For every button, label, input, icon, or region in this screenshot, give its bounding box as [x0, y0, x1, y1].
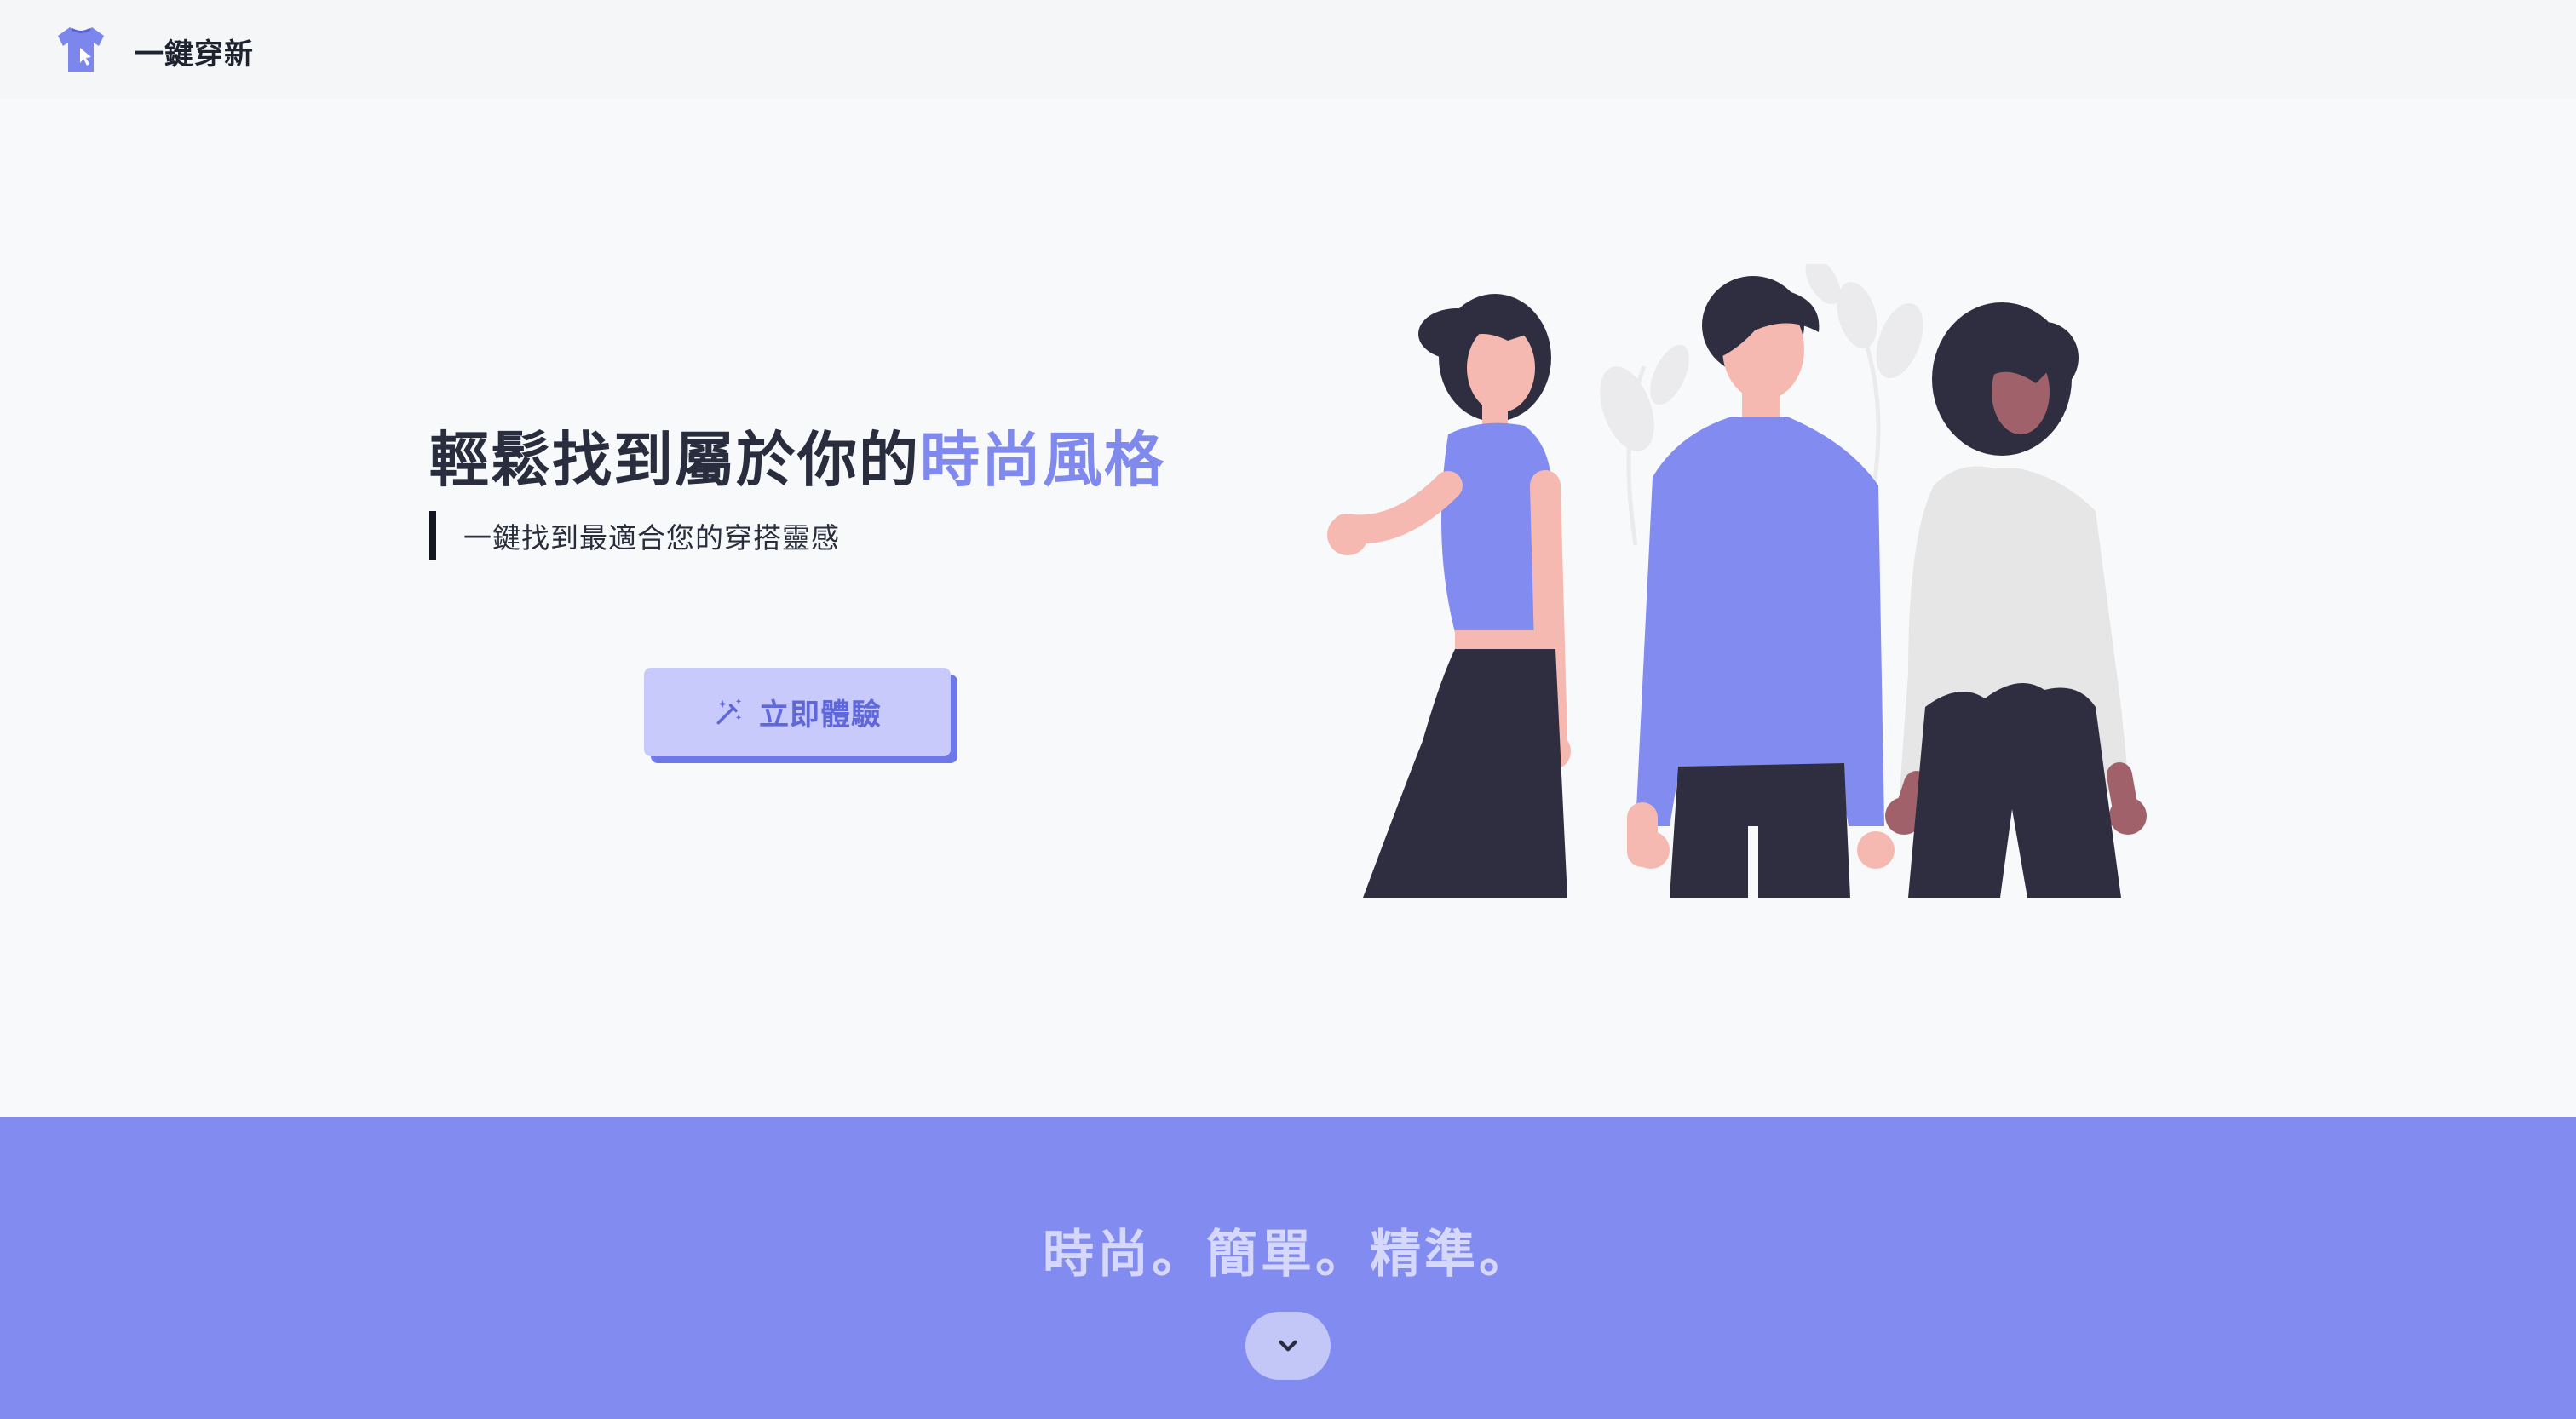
hero-subtitle: 一鍵找到最適合您的穿搭靈感	[463, 521, 840, 554]
woman-figure-left	[1327, 294, 1571, 898]
navbar: 一鍵穿新	[0, 0, 2576, 99]
hero-title: 輕鬆找到屬於你的時尚風格	[429, 412, 1165, 498]
scroll-down-button[interactable]	[1245, 1312, 1331, 1380]
subtitle-bar	[429, 511, 436, 560]
magic-wand-icon	[716, 698, 742, 725]
brand-name[interactable]: 一鍵穿新	[135, 31, 254, 72]
slogan: 時尚。簡單。精準。	[1043, 1225, 1533, 1284]
tshirt-logo-icon[interactable]	[55, 24, 107, 73]
slogan-band: 時尚。簡單。精準。	[0, 1117, 2576, 1419]
try-now-label: 立即體驗	[758, 698, 882, 732]
hero-title-accent: 時尚風格	[920, 425, 1165, 495]
chevron-down-icon	[1279, 1340, 1297, 1352]
woman-figure-right	[1885, 302, 2147, 898]
people-illustration	[1327, 264, 2147, 898]
hero-title-main: 輕鬆找到屬於你的	[429, 425, 920, 495]
try-now-button[interactable]: 立即體驗	[644, 668, 951, 756]
subtitle-block: 一鍵找到最適合您的穿搭靈感	[429, 511, 840, 560]
